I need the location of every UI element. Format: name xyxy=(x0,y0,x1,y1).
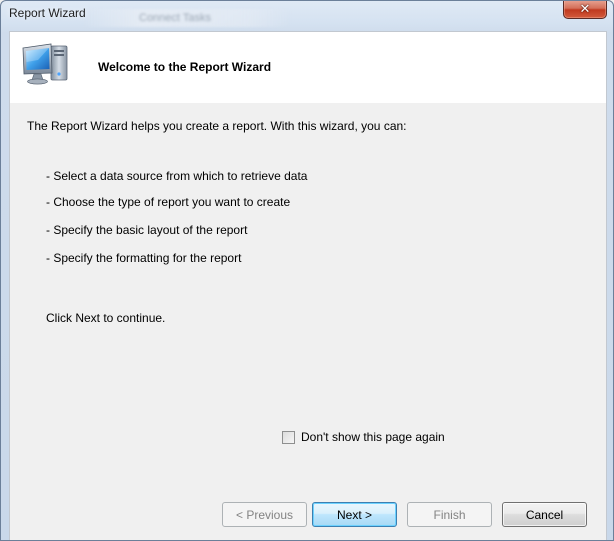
bullet-item: - Select a data source from which to ret… xyxy=(46,169,308,183)
dont-show-again-checkbox[interactable] xyxy=(282,430,295,444)
dont-show-again-option[interactable]: Don't show this page again xyxy=(282,430,445,444)
page-title: Welcome to the Report Wizard xyxy=(98,60,272,74)
previous-button[interactable]: < Previous xyxy=(222,502,307,527)
close-button[interactable]: ✕ xyxy=(563,1,607,19)
bullet-item: - Specify the basic layout of the report xyxy=(46,223,248,237)
intro-text: The Report Wizard helps you create a rep… xyxy=(27,119,407,133)
wizard-client-area: Welcome to the Report Wizard The Report … xyxy=(9,31,607,540)
next-button[interactable]: Next > xyxy=(312,502,397,527)
continue-instruction: Click Next to continue. xyxy=(46,311,166,325)
window-title: Report Wizard xyxy=(9,6,86,20)
cancel-button[interactable]: Cancel xyxy=(502,502,587,527)
report-wizard-window: Connect Tasks Report Wizard ✕ Welcome to… xyxy=(0,0,614,541)
finish-button[interactable]: Finish xyxy=(407,502,492,527)
title-bar[interactable]: Report Wizard ✕ xyxy=(1,1,613,29)
wizard-header: Welcome to the Report Wizard xyxy=(10,32,606,103)
dont-show-again-label[interactable]: Don't show this page again xyxy=(301,430,445,444)
bullet-item: - Choose the type of report you want to … xyxy=(46,195,291,209)
bullet-item: - Specify the formatting for the report xyxy=(46,251,242,265)
computer-monitor-icon xyxy=(19,40,71,88)
close-icon: ✕ xyxy=(579,1,591,17)
